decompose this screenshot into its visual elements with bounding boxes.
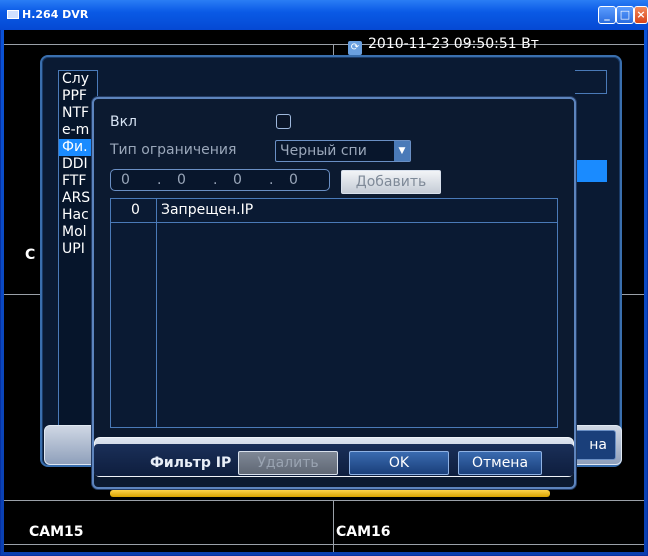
grid-line-h-bottom <box>4 500 644 501</box>
cancel-button[interactable]: Отмена <box>458 451 542 475</box>
grid-line-h-top <box>4 44 644 45</box>
column-divider <box>156 199 157 427</box>
enable-checkbox[interactable] <box>276 114 291 129</box>
restriction-type-select[interactable]: Черный спи ▼ <box>275 140 411 162</box>
delete-button[interactable]: Удалить <box>238 451 338 475</box>
camera-label-partial: C <box>25 247 36 263</box>
camera-label-cam16: CAM16 <box>336 524 391 540</box>
grid-line-h-bottom-2 <box>4 544 644 545</box>
refresh-icon: ⟳ <box>348 41 362 55</box>
menu-item[interactable]: Слу <box>59 71 97 88</box>
add-button[interactable]: Добавить <box>341 170 441 194</box>
grid-line-h-mid-right <box>622 294 644 295</box>
ip-octet-1[interactable]: 0 <box>121 172 130 188</box>
ok-button[interactable]: OK <box>349 451 449 475</box>
progress-bar <box>110 490 550 497</box>
blocked-ip-table[interactable]: 0 Запрещен.IP <box>110 198 558 428</box>
ip-address-input[interactable]: 0 . 0 . 0 . 0 <box>110 169 330 191</box>
restriction-type-label: Тип ограничения <box>110 142 237 158</box>
datetime-text: 2010-11-23 09:50:51 Вт <box>368 36 539 52</box>
maximize-button[interactable]: □ <box>616 6 634 24</box>
enable-label: Вкл <box>110 114 138 130</box>
close-icon: × <box>636 8 646 21</box>
maximize-icon: □ <box>619 8 631 21</box>
minimize-icon: _ <box>604 8 610 21</box>
ip-dot: . <box>157 172 162 188</box>
network-table-selected-row[interactable] <box>575 160 607 182</box>
ip-column-header: Запрещен.IP <box>161 202 254 218</box>
ip-dot: . <box>269 172 274 188</box>
restriction-type-value: Черный спи <box>280 143 367 159</box>
ip-octet-2[interactable]: 0 <box>177 172 186 188</box>
window-title: H.264 DVR <box>22 8 89 21</box>
table-header: 0 Запрещен.IP <box>111 199 557 223</box>
chevron-down-icon[interactable]: ▼ <box>394 141 410 161</box>
ip-octet-4[interactable]: 0 <box>289 172 298 188</box>
datetime-display: ⟳ 2010-11-23 09:50:51 Вт <box>348 36 539 55</box>
ip-dot: . <box>213 172 218 188</box>
title-bar[interactable]: H.264 DVR _ □ × <box>0 0 648 30</box>
ip-octet-3[interactable]: 0 <box>233 172 242 188</box>
dialog-title: Фильтр IP <box>150 455 232 471</box>
camera-label-cam15: CAM15 <box>29 524 84 540</box>
close-button[interactable]: × <box>634 6 648 24</box>
minimize-button[interactable]: _ <box>598 6 616 24</box>
index-column-header: 0 <box>131 202 140 218</box>
network-table-header <box>575 70 607 94</box>
app-icon <box>7 10 19 19</box>
